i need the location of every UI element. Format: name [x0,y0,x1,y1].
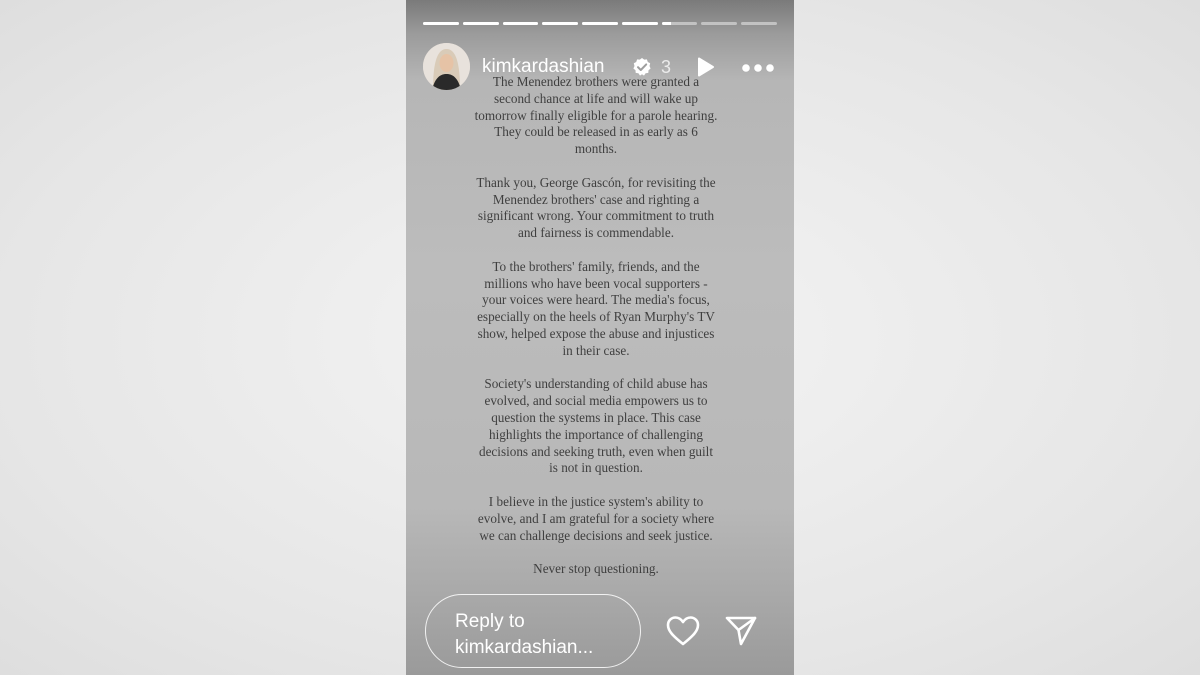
progress-segment [741,22,778,25]
progress-segment [423,22,459,25]
progress-segment-fill [661,22,671,25]
progress-segment [661,22,698,25]
progress-segment-fill [621,22,658,25]
story-text-content: The Menendez brothers were granted a sec… [474,74,718,595]
story-progress-bar [423,22,778,25]
progress-segment-fill [542,22,579,25]
reply-placeholder: Reply to kimkardashian... [455,611,594,658]
progress-segment-fill [462,22,499,25]
progress-segment [542,22,579,25]
progress-segment [701,22,738,25]
progress-segment [502,22,539,25]
heart-icon[interactable] [665,614,701,648]
progress-segment-fill [502,22,539,25]
send-icon[interactable] [723,614,759,648]
story-viewer[interactable]: kimkardashian 3 The Menendez brothers we… [406,0,794,675]
avatar[interactable] [423,43,470,90]
progress-segment-fill [582,22,618,25]
story-paragraph: To the brothers' family, friends, and th… [477,258,715,358]
more-options-icon[interactable] [741,61,775,73]
story-paragraph: Society's understanding of child abuse h… [478,376,714,476]
reply-input[interactable]: Reply to kimkardashian... [425,594,641,668]
progress-segment [462,22,499,25]
progress-segment [621,22,658,25]
story-paragraph: Never stop questioning. [533,561,659,577]
story-paragraph: Thank you, George Gascón, for revisiting… [476,174,716,241]
progress-segment [582,22,618,25]
story-paragraph: I believe in the justice system's abilit… [477,493,715,543]
progress-segment-fill [423,22,459,25]
story-paragraph: The Menendez brothers were granted a sec… [474,74,718,157]
